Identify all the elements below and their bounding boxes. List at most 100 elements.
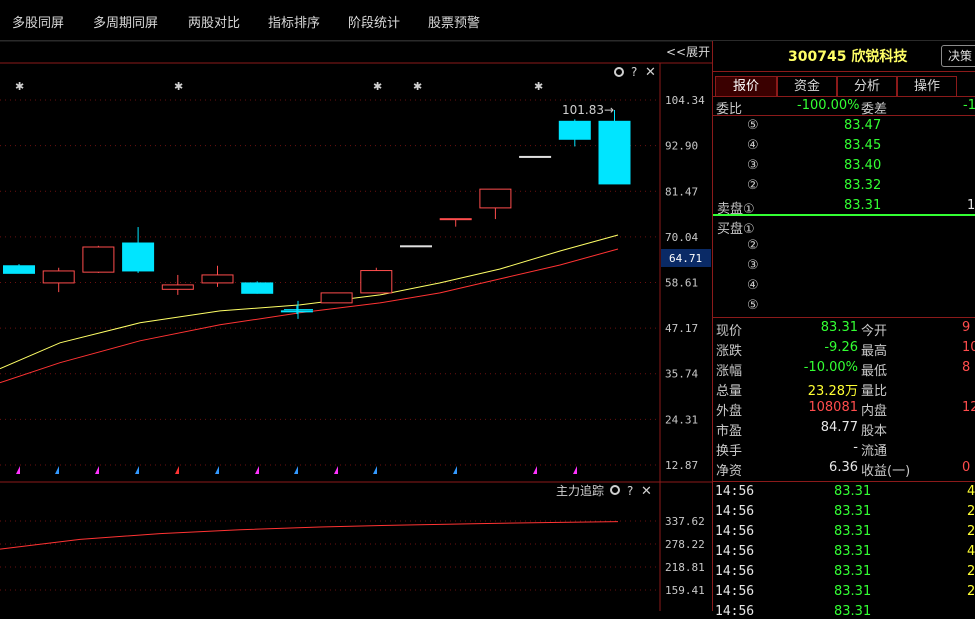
candle-body[interactable] [161,284,194,290]
signal-triangle-icon [294,466,298,474]
signal-triangle-icon [95,466,99,474]
signal-triangle-icon [255,466,259,474]
event-marker-icon[interactable]: ✱ [534,80,543,93]
stat-label: 收益(一) [861,464,911,479]
tick-price: 83.31 [834,584,872,599]
price-axis-label: 12.87 [665,459,698,472]
stat-label: 净资 [716,464,743,479]
signal-triangle-icon [573,466,577,474]
tab-stage-stats[interactable]: 阶段统计 [348,12,400,31]
weicha-value: -1 [963,98,975,113]
signal-triangle-icon [533,466,537,474]
stat-value: -9.26 [824,340,858,355]
candle-body[interactable] [42,270,75,284]
gear-icon[interactable] [614,67,624,77]
candle-body[interactable] [3,265,35,274]
tab-analysis[interactable]: 分析 [837,76,897,96]
expand-button[interactable]: <<展开 [666,45,710,59]
sell-level-label: ② [747,178,759,193]
tick-volume: 23 [967,584,975,599]
divider [713,317,975,318]
close-icon[interactable]: ✕ [645,65,656,80]
quote-panel: 300745 欣锐科技 决策 报价 资金 分析 操作 委比 -100.00% 委… [712,41,975,619]
price-axis-label: 81.47 [665,185,698,198]
tick-time: 14:56 [715,604,755,619]
candle-body[interactable] [400,245,432,248]
top-tab-bar: 多股同屏 多周期同屏 两股对比 指标排序 阶段统计 股票预警 [0,0,975,41]
tick-time: 14:56 [715,484,755,499]
help-icon[interactable]: ? [631,65,637,79]
candle-body[interactable] [519,155,552,158]
tab-quote[interactable]: 报价 [715,76,777,96]
event-marker-icon[interactable]: ✱ [15,80,24,93]
sell-level-label: ⑤ [747,118,759,133]
candle-body[interactable] [598,120,631,185]
tick-price: 83.31 [834,504,872,519]
event-marker-icon[interactable]: ✱ [413,80,422,93]
current-price-tag: 64.71 [669,252,702,265]
stat-label: 外盘 [716,404,743,419]
sell-level-label: 卖盘① [717,202,755,217]
tab-indicator-sort[interactable]: 指标排序 [268,12,320,31]
event-marker-icon[interactable]: ✱ [373,80,382,93]
tick-volume: 40 [967,544,975,559]
stat-value: 12 [962,400,975,415]
candle-body[interactable] [479,188,512,209]
signal-triangle-icon [215,466,219,474]
kline-chart-area[interactable]: 104.34 92.90 81.47 70.04 58.61 47.17 35.74 24.3… [0,41,712,611]
indicator-gear-icon[interactable] [610,485,620,495]
signal-triangle-icon [453,466,457,474]
stat-value: 23.28万 [807,384,858,399]
tab-multi-period[interactable]: 多周期同屏 [93,12,158,31]
candle-body[interactable] [558,120,591,140]
stat-label: 换手 [716,444,743,459]
price-axis-label: 35.74 [665,368,698,381]
candle-body[interactable] [201,274,234,284]
stat-label: 涨幅 [716,364,743,379]
tab-compare[interactable]: 两股对比 [188,12,240,31]
stat-value: 83.31 [820,320,858,335]
candle-body[interactable] [360,270,393,294]
candle-body[interactable] [122,242,155,272]
tab-capital[interactable]: 资金 [777,76,837,96]
candle-body[interactable] [439,218,472,221]
indicator-axis-label: 218.81 [665,561,705,574]
candle-body[interactable] [280,310,313,313]
tick-time: 14:56 [715,564,755,579]
indicator-help-icon[interactable]: ? [627,484,633,498]
tab-multi-stock[interactable]: 多股同屏 [12,12,64,31]
sell-level-label: ④ [747,138,759,153]
stock-title: 300745 欣锐科技 [788,49,908,65]
tab-operation[interactable]: 操作 [897,76,957,96]
weibi-value: -100.00% [797,98,860,113]
stat-label: 最高 [861,344,888,359]
tick-time: 14:56 [715,524,755,539]
signal-triangle-icon [334,466,338,474]
buy-level-label: ⑤ [747,298,759,313]
tick-volume: 20 [967,524,975,539]
indicator-close-icon[interactable]: ✕ [641,484,652,499]
sell-level-label: ③ [747,158,759,173]
sell-level-price: 83.32 [844,178,882,193]
stat-value: 10 [962,340,975,355]
signal-triangle-icon [373,466,377,474]
decision-button[interactable]: 决策 [941,45,975,67]
indicator-title: 主力追踪 [556,483,604,498]
divider [713,71,975,72]
stat-label: 市盈 [716,424,743,439]
tick-volume: 22 [967,564,975,579]
event-marker-icon[interactable]: ✱ [174,80,183,93]
candle-body[interactable] [241,282,274,294]
stat-value: -10.00% [803,360,858,375]
buy-level-label: ③ [747,258,759,273]
stat-value: 6.36 [829,460,858,475]
indicator-line [0,521,619,550]
sell-level-price: 83.47 [844,118,882,133]
stat-label: 总量 [716,384,743,399]
candle-body[interactable] [82,246,115,273]
candle-body[interactable] [320,292,353,304]
price-axis-label: 70.04 [665,231,698,244]
tick-price: 83.31 [834,524,872,539]
tab-stock-alert[interactable]: 股票预警 [428,12,480,31]
kline-chart[interactable]: 104.34 92.90 81.47 70.04 58.61 47.17 35.74 24.3… [0,41,712,611]
